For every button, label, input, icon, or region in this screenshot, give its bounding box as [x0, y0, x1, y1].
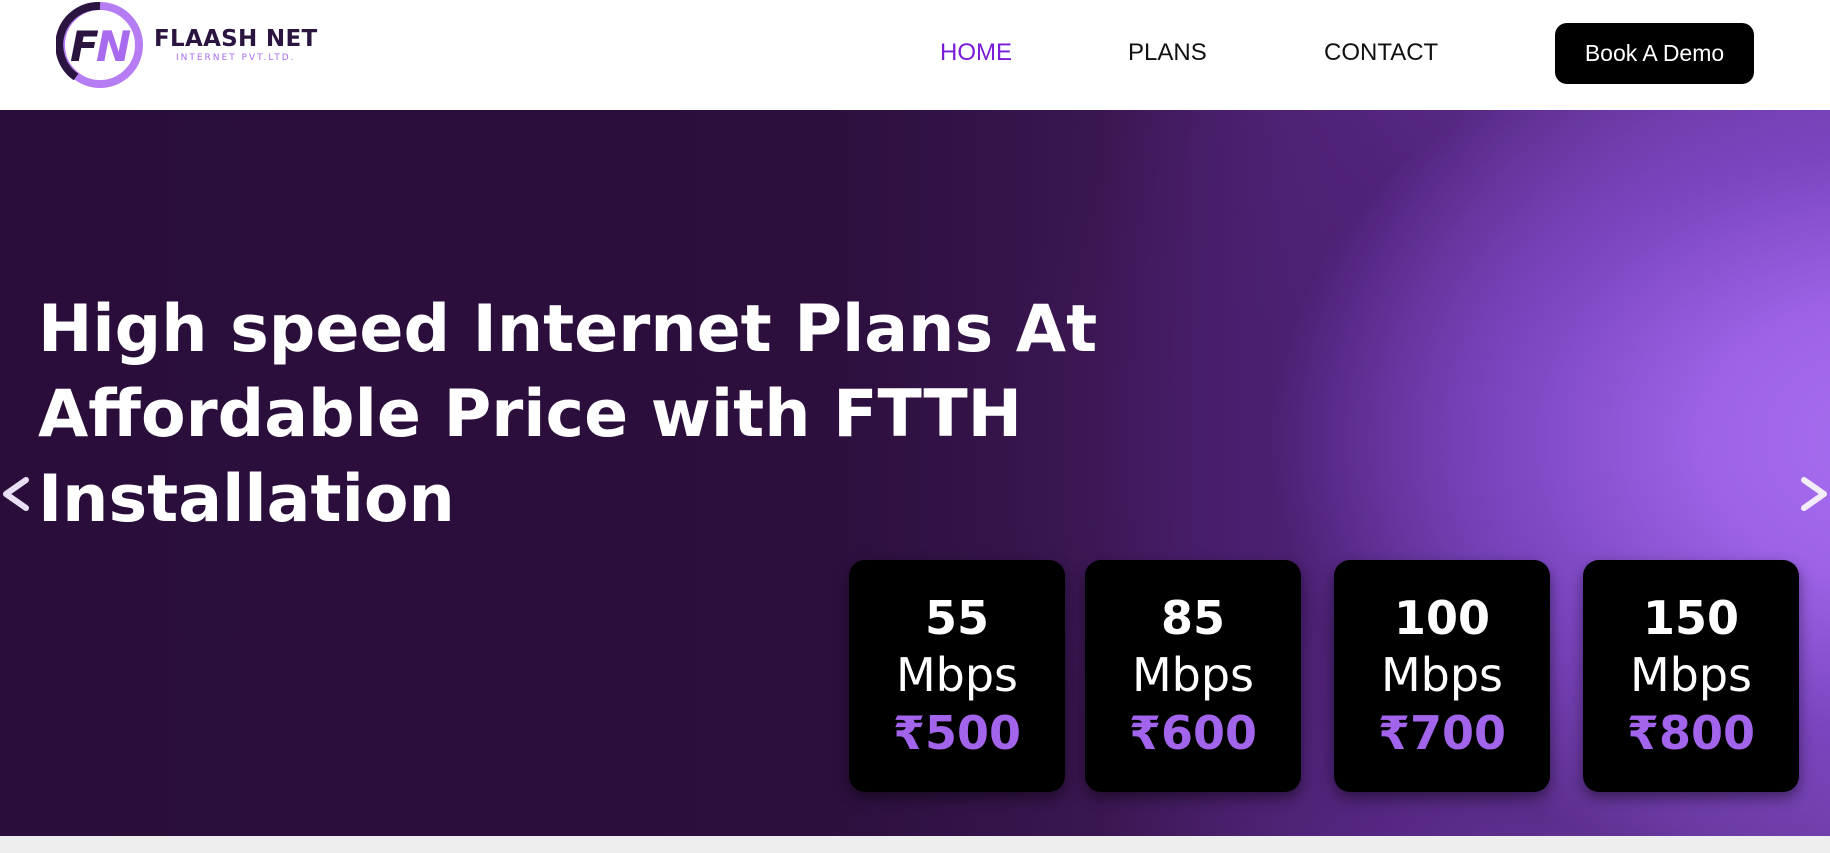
nav-contact-link[interactable]: CONTACT [1324, 0, 1438, 106]
plan-price: ₹600 [1128, 706, 1258, 760]
book-demo-button[interactable]: Book A Demo [1555, 23, 1754, 84]
logo-mark-icon: F N [56, 1, 143, 88]
brand-text: FLAASH NET INTERNET PVT.LTD. [154, 26, 317, 64]
page: F N FLAASH NET INTERNET PVT.LTD. HOME PL… [0, 0, 1830, 853]
chevron-left-icon[interactable] [0, 462, 40, 522]
plan-unit: Mbps [1629, 648, 1753, 702]
hero-title: High speed Internet Plans At Affordable … [38, 292, 1098, 537]
site-header: F N FLAASH NET INTERNET PVT.LTD. HOME PL… [0, 0, 1830, 110]
nav-home-link[interactable]: HOME [940, 0, 1012, 106]
plan-unit: Mbps [1131, 648, 1255, 702]
brand-subtitle: INTERNET PVT.LTD. [175, 53, 296, 63]
page-bottom-strip [0, 836, 1830, 853]
logo-letter-n: N [96, 22, 131, 71]
plan-speed: 150 [1642, 591, 1740, 645]
plan-card-55[interactable]: 55 Mbps ₹500 [849, 560, 1065, 792]
plan-speed: 85 [1160, 591, 1225, 645]
chevron-right-icon[interactable] [1792, 462, 1830, 522]
plan-unit: Mbps [1380, 648, 1504, 702]
plan-speed: 100 [1393, 591, 1491, 645]
plan-card-100[interactable]: 100 Mbps ₹700 [1334, 560, 1550, 792]
logo-letter-f: F [70, 22, 99, 71]
plan-card-85[interactable]: 85 Mbps ₹600 [1085, 560, 1301, 792]
plan-card-150[interactable]: 150 Mbps ₹800 [1583, 560, 1799, 792]
plan-price: ₹800 [1626, 706, 1756, 760]
plan-price: ₹700 [1377, 706, 1507, 760]
nav-plans-link[interactable]: PLANS [1128, 0, 1207, 106]
brand-logo[interactable]: F N FLAASH NET INTERNET PVT.LTD. [56, 1, 317, 89]
brand-name: FLAASH NET [154, 26, 318, 52]
plan-speed: 55 [924, 591, 989, 645]
plan-price: ₹500 [892, 706, 1022, 760]
hero-slider: High speed Internet Plans At Affordable … [0, 110, 1830, 836]
plan-unit: Mbps [895, 648, 1019, 702]
